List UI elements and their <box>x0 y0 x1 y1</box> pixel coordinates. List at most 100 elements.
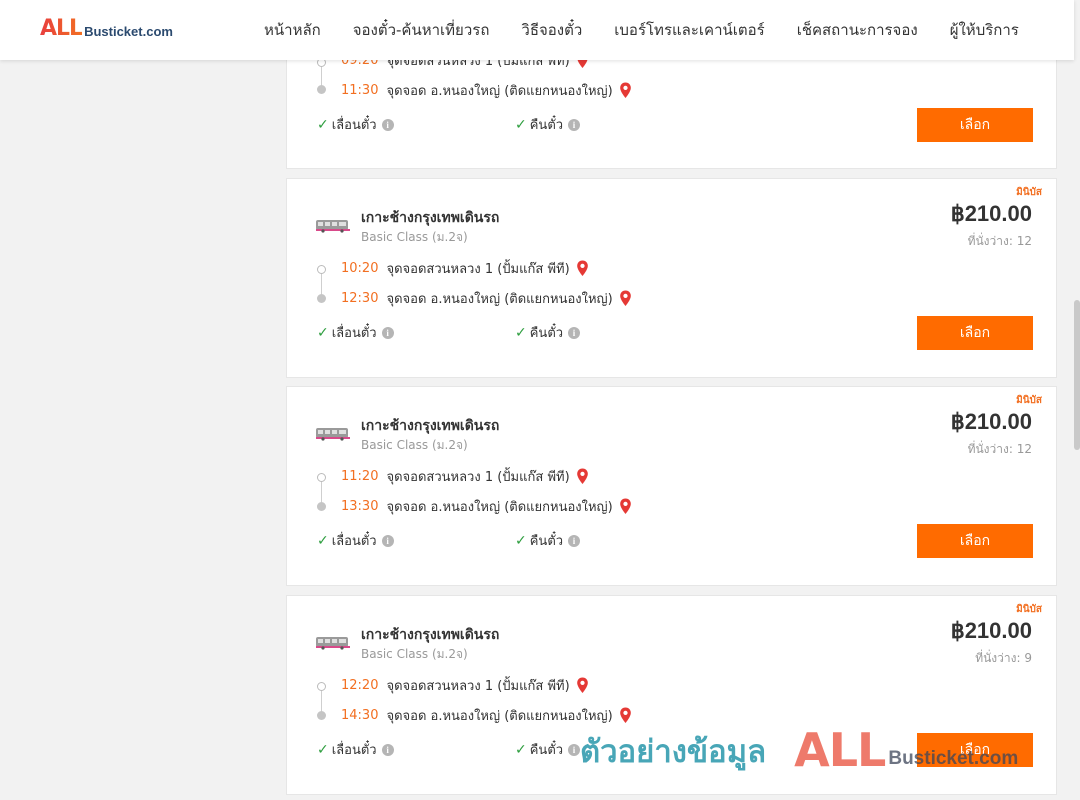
check-icon: ✓ <box>317 324 329 341</box>
perk-label: เลื่อนตั๋ว <box>331 534 377 549</box>
arrival-dot <box>317 85 326 94</box>
arrival-time: 12:30 <box>341 291 379 306</box>
service-class: Basic Class (ม.2จ) <box>361 647 468 661</box>
info-icon[interactable]: i <box>568 534 581 547</box>
map-pin-icon[interactable] <box>619 498 632 515</box>
operator-name: เกาะช้างกรุงเทพเดินรถ <box>361 627 500 643</box>
map-pin-icon[interactable] <box>619 82 632 99</box>
main-nav: หน้าหลัก จองตั๋ว-ค้นหาเที่ยวรถ วิธีจองตั… <box>248 0 1035 60</box>
departure-time: 11:20 <box>341 469 379 484</box>
perk-change-ticket: ✓ เลื่อนตั๋ว i <box>317 530 394 551</box>
info-icon[interactable]: i <box>381 118 394 131</box>
info-icon[interactable]: i <box>568 326 581 339</box>
arrival-name: จุดจอด อ.หนองใหญ่ (ติดแยกหนองใหญ่) <box>386 84 613 99</box>
trip-card: มินิบัส เกาะช้างกรุงเทพเดินรถ Basic Clas… <box>286 178 1057 378</box>
info-icon[interactable]: i <box>381 743 394 756</box>
nav-check-booking[interactable]: เช็คสถานะการจอง <box>781 18 934 42</box>
departure-stop: 11:20 จุดจอดสวนหลวง 1 (ปั้มแก๊ส พีที) <box>341 466 589 487</box>
arrival-dot <box>317 711 326 720</box>
operator-name: เกาะช้างกรุงเทพเดินรถ <box>361 210 500 226</box>
operator-name: เกาะช้างกรุงเทพเดินรถ <box>361 418 500 434</box>
nav-book-search[interactable]: จองตั๋ว-ค้นหาเที่ยวรถ <box>337 18 506 42</box>
vehicle-type-badge: มินิบัส <box>1016 395 1042 406</box>
check-icon: ✓ <box>515 324 527 341</box>
seats-available: ที่นั่งว่าง: 12 <box>967 234 1032 248</box>
info-icon[interactable]: i <box>568 118 581 131</box>
arrival-stop: 12:30 จุดจอด อ.หนองใหญ่ (ติดแยกหนองใหญ่) <box>341 288 632 309</box>
nav-operators[interactable]: ผู้ให้บริการ <box>934 18 1035 42</box>
logo-all-text: ALL <box>40 16 83 41</box>
perk-refund-ticket: ✓ คืนตั๋ว i <box>515 114 581 135</box>
operator-bus-logo-icon <box>316 637 350 650</box>
page-scrollbar[interactable] <box>1074 0 1080 800</box>
select-trip-button[interactable]: เลือก <box>917 108 1033 142</box>
departure-stop: 12:20 จุดจอดสวนหลวง 1 (ปั้มแก๊ส พีที) <box>341 675 589 696</box>
scrollbar-thumb[interactable] <box>1074 300 1080 450</box>
departure-dot <box>317 265 326 274</box>
perk-refund-ticket: ✓ คืนตั๋ว i <box>515 739 581 760</box>
perk-change-ticket: ✓ เลื่อนตั๋ว i <box>317 739 394 760</box>
arrival-name: จุดจอด อ.หนองใหญ่ (ติดแยกหนองใหญ่) <box>386 292 613 307</box>
map-pin-icon[interactable] <box>576 677 589 694</box>
arrival-time: 14:30 <box>341 708 379 723</box>
departure-stop: 10:20 จุดจอดสวนหลวง 1 (ปั้มแก๊ส พีที) <box>341 258 589 279</box>
ticket-price: ฿210.00 <box>950 618 1032 643</box>
arrival-dot <box>317 502 326 511</box>
select-trip-button[interactable]: เลือก <box>917 733 1033 767</box>
perk-label: คืนตั๋ว <box>529 326 564 341</box>
check-icon: ✓ <box>515 532 527 549</box>
trip-card: มินิบัส เกาะช้างกรุงเทพเดินรถ Basic Clas… <box>286 595 1057 795</box>
departure-dot <box>317 473 326 482</box>
perk-label: คืนตั๋ว <box>529 534 564 549</box>
vehicle-type-badge: มินิบัส <box>1016 187 1042 198</box>
map-pin-icon[interactable] <box>576 468 589 485</box>
check-icon: ✓ <box>317 116 329 133</box>
perk-change-ticket: ✓ เลื่อนตั๋ว i <box>317 322 394 343</box>
perk-label: เลื่อนตั๋ว <box>331 326 377 341</box>
perk-label: คืนตั๋ว <box>529 743 564 758</box>
arrival-stop: 14:30 จุดจอด อ.หนองใหญ่ (ติดแยกหนองใหญ่) <box>341 705 632 726</box>
info-icon[interactable]: i <box>381 326 394 339</box>
map-pin-icon[interactable] <box>619 707 632 724</box>
check-icon: ✓ <box>515 116 527 133</box>
arrival-name: จุดจอด อ.หนองใหญ่ (ติดแยกหนองใหญ่) <box>386 709 613 724</box>
departure-dot <box>317 682 326 691</box>
select-trip-button[interactable]: เลือก <box>917 524 1033 558</box>
map-pin-icon[interactable] <box>576 260 589 277</box>
arrival-stop: 11:30 จุดจอด อ.หนองใหญ่ (ติดแยกหนองใหญ่) <box>341 80 632 101</box>
nav-home[interactable]: หน้าหลัก <box>248 18 337 42</box>
perk-refund-ticket: ✓ คืนตั๋ว i <box>515 530 581 551</box>
perk-label: เลื่อนตั๋ว <box>331 743 377 758</box>
departure-time: 12:20 <box>341 678 379 693</box>
ticket-price: ฿210.00 <box>950 409 1032 434</box>
departure-name: จุดจอดสวนหลวง 1 (ปั้มแก๊ส พีที) <box>386 262 570 277</box>
operator-bus-logo-icon <box>316 220 350 233</box>
check-icon: ✓ <box>317 532 329 549</box>
info-icon[interactable]: i <box>381 534 394 547</box>
site-header: ALL Busticket.com หน้าหลัก จองตั๋ว-ค้นหา… <box>0 0 1074 60</box>
map-pin-icon[interactable] <box>619 290 632 307</box>
logo-domain-text: Busticket.com <box>84 24 173 39</box>
check-icon: ✓ <box>317 741 329 758</box>
site-logo[interactable]: ALL Busticket.com <box>40 18 173 40</box>
perk-label: คืนตั๋ว <box>529 118 564 133</box>
trip-card: มินิบัส เกาะช้างกรุงเทพเดินรถ Basic Clas… <box>286 386 1057 586</box>
perk-change-ticket: ✓ เลื่อนตั๋ว i <box>317 114 394 135</box>
vehicle-type-badge: มินิบัส <box>1016 604 1042 615</box>
departure-name: จุดจอดสวนหลวง 1 (ปั้มแก๊ส พีที) <box>386 679 570 694</box>
perk-label: เลื่อนตั๋ว <box>331 118 377 133</box>
nav-contact-counter[interactable]: เบอร์โทรและเคาน์เตอร์ <box>598 18 780 42</box>
arrival-time: 13:30 <box>341 499 379 514</box>
nav-how-to-book[interactable]: วิธีจองตั๋ว <box>505 18 598 42</box>
select-trip-button[interactable]: เลือก <box>917 316 1033 350</box>
service-class: Basic Class (ม.2จ) <box>361 438 468 452</box>
arrival-time: 11:30 <box>341 83 379 98</box>
ticket-price: ฿210.00 <box>950 201 1032 226</box>
seats-available: ที่นั่งว่าง: 12 <box>967 442 1032 456</box>
check-icon: ✓ <box>515 741 527 758</box>
perk-refund-ticket: ✓ คืนตั๋ว i <box>515 322 581 343</box>
seats-available: ที่นั่งว่าง: 9 <box>975 651 1032 665</box>
info-icon[interactable]: i <box>568 743 581 756</box>
departure-time: 10:20 <box>341 261 379 276</box>
service-class: Basic Class (ม.2จ) <box>361 230 468 244</box>
